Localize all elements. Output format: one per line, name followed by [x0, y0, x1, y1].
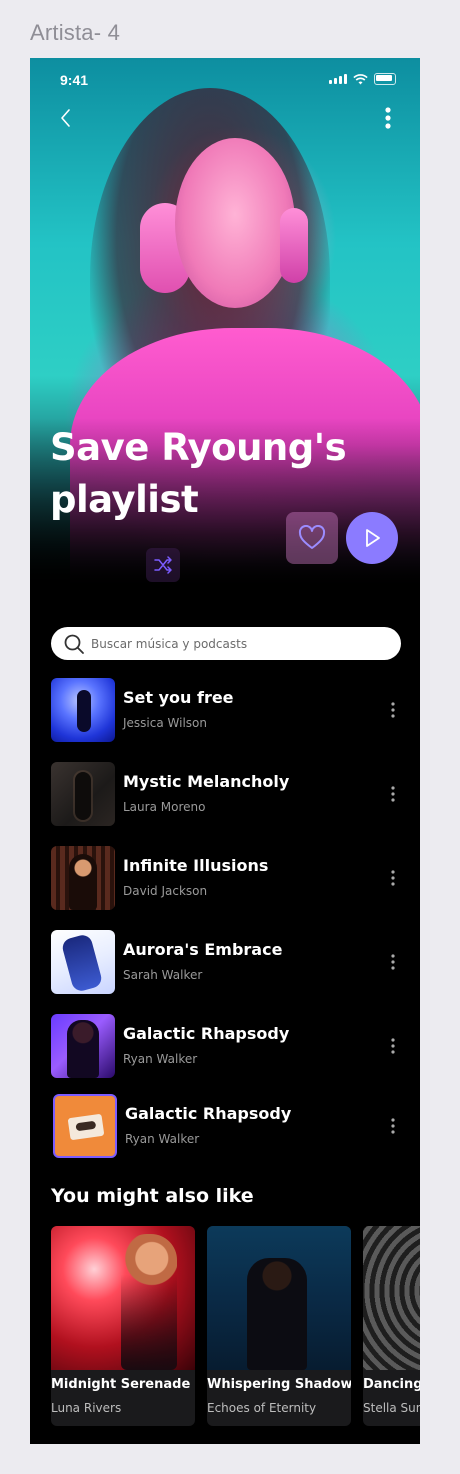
headphones-right [280, 208, 308, 283]
track-cover [51, 762, 115, 826]
favorite-button[interactable] [286, 512, 338, 564]
status-icons [329, 73, 396, 85]
card-subtitle: Luna Rivers [51, 1401, 122, 1415]
track-artist: Jessica Wilson [123, 716, 207, 730]
frame-label: Artista- 4 [30, 20, 121, 45]
more-vertical-icon[interactable] [385, 1116, 401, 1136]
track-row[interactable]: Mystic Melancholy Laura Moreno [51, 762, 401, 826]
playlist-title: Save Ryoung's playlist [50, 426, 347, 521]
track-row-selected[interactable]: Galactic Rhapsody Ryan Walker [51, 1094, 401, 1158]
more-vertical-icon[interactable] [385, 952, 401, 972]
more-vertical-icon [385, 107, 391, 129]
track-cover [51, 930, 115, 994]
track-row[interactable]: Infinite Illusions David Jackson [51, 846, 401, 910]
track-artist: Sarah Walker [123, 968, 203, 982]
recommendation-card[interactable]: Dancing Stella Sun [363, 1226, 420, 1426]
card-image [51, 1226, 195, 1370]
search-bar[interactable] [51, 627, 401, 660]
card-subtitle: Echoes of Eternity [207, 1401, 317, 1415]
track-title: Set you free [123, 688, 234, 707]
more-vertical-icon[interactable] [385, 868, 401, 888]
track-cover [51, 846, 115, 910]
track-title: Infinite Illusions [123, 856, 269, 875]
recommendation-card[interactable]: Whispering Shadows Echoes of Eternity [207, 1226, 351, 1426]
status-time: 9:41 [60, 72, 89, 88]
search-icon [64, 634, 84, 654]
shuffle-button[interactable] [146, 548, 180, 582]
card-image [207, 1226, 351, 1370]
battery-icon [374, 73, 396, 85]
signal-icon [329, 74, 347, 84]
track-cover [51, 678, 115, 742]
track-cover [53, 1094, 117, 1158]
card-title: Whispering Shadows [207, 1377, 351, 1392]
track-artist: David Jackson [123, 884, 208, 898]
more-vertical-icon[interactable] [385, 1036, 401, 1056]
search-input[interactable] [89, 635, 383, 652]
recommendation-card[interactable]: Midnight Serenade Luna Rivers [51, 1226, 195, 1426]
more-vertical-icon[interactable] [385, 784, 401, 804]
track-title: Aurora's Embrace [123, 940, 283, 959]
wifi-icon [353, 73, 368, 84]
track-artist: Laura Moreno [123, 800, 206, 814]
track-title: Galactic Rhapsody [125, 1104, 292, 1123]
play-button[interactable] [346, 512, 398, 564]
card-title: Midnight Serenade [51, 1377, 191, 1392]
track-title: Galactic Rhapsody [123, 1024, 290, 1043]
status-bar: 9:41 [30, 58, 420, 102]
heart-icon [298, 525, 326, 549]
track-row[interactable]: Set you free Jessica Wilson [51, 678, 401, 742]
more-vertical-icon[interactable] [385, 700, 401, 720]
track-cover [51, 1014, 115, 1078]
track-row[interactable]: Aurora's Embrace Sarah Walker [51, 930, 401, 994]
card-subtitle: Stella Sun [363, 1401, 420, 1415]
chevron-left-icon [61, 109, 70, 127]
play-icon [366, 529, 380, 547]
track-artist: Ryan Walker [123, 1052, 198, 1066]
track-title: Mystic Melancholy [123, 772, 290, 791]
back-button[interactable] [54, 106, 78, 130]
more-options-button[interactable] [378, 106, 398, 130]
shuffle-icon [154, 556, 172, 574]
card-image [363, 1226, 420, 1370]
track-artist: Ryan Walker [125, 1132, 200, 1146]
card-title: Dancing [363, 1377, 420, 1392]
phone-screen: 9:41 Save Ryoung's playlist Buscar músic… [30, 58, 420, 1444]
hero-image-face [175, 138, 295, 308]
recommendations-title: You might also like [51, 1185, 254, 1207]
track-row[interactable]: Galactic Rhapsody Ryan Walker [51, 1014, 401, 1078]
